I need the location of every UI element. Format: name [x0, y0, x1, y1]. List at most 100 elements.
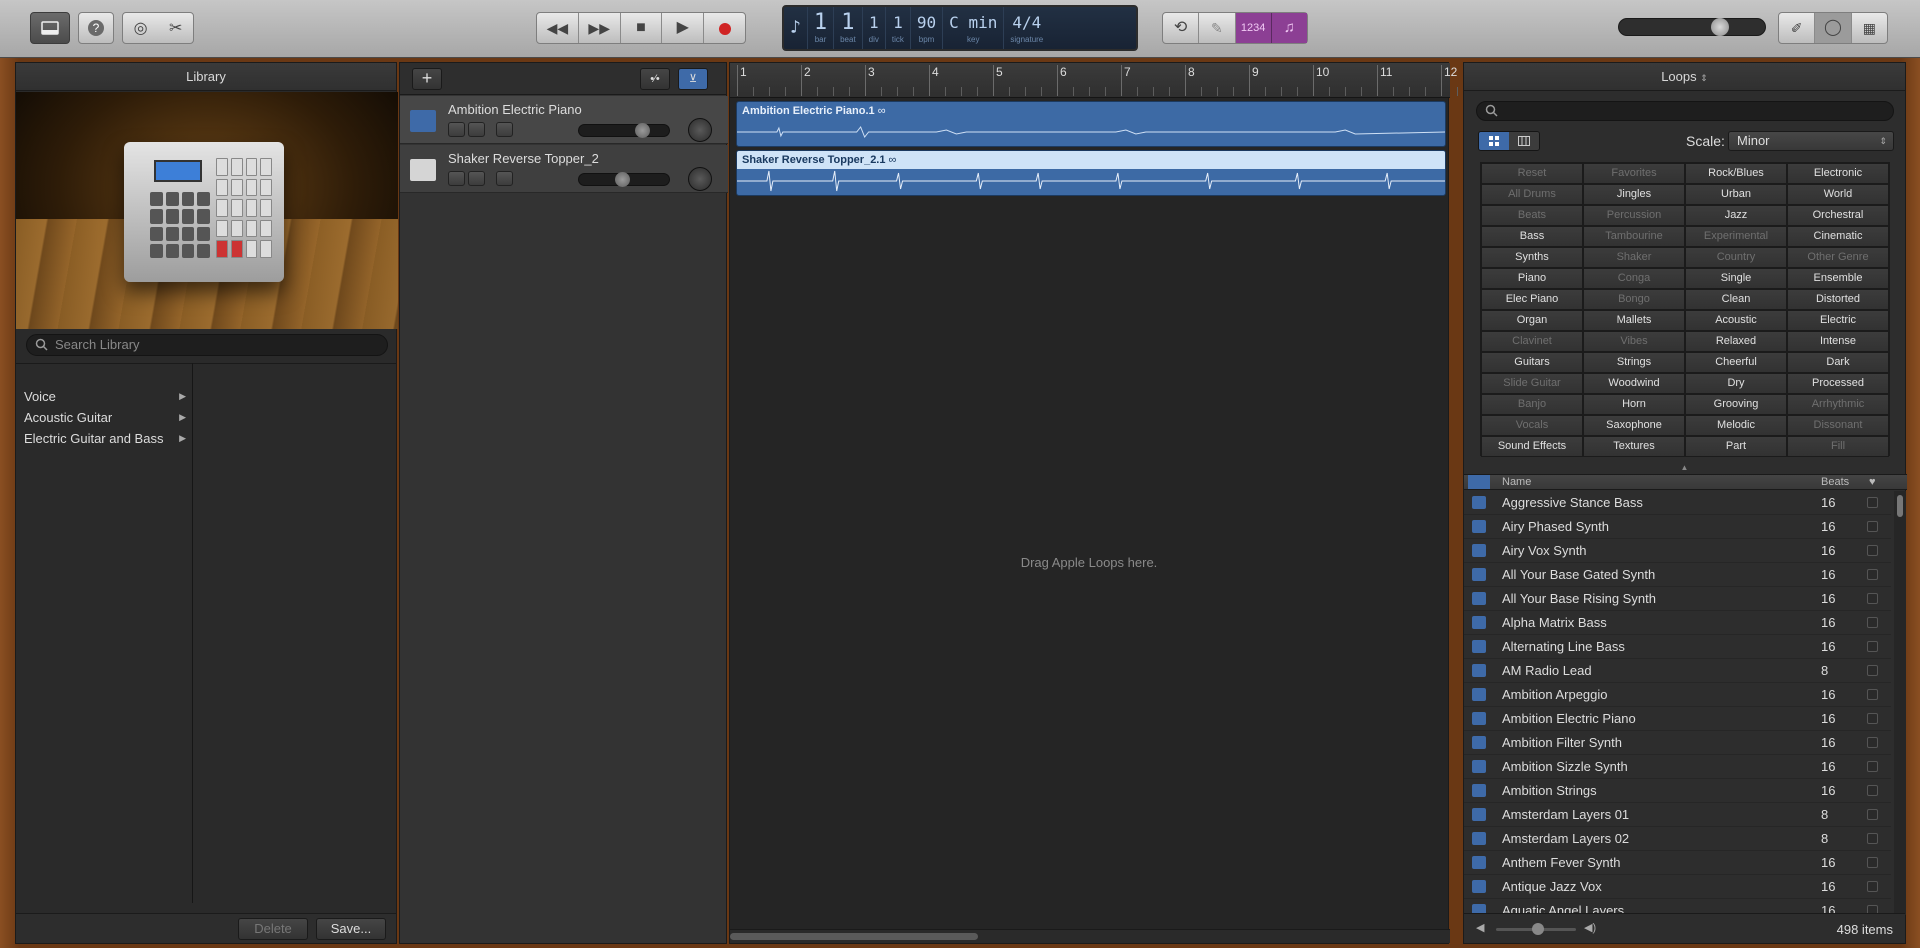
- metronome-icon[interactable]: ♫: [1271, 13, 1307, 43]
- catch-icon[interactable]: ⊻: [678, 68, 708, 90]
- favorite-checkbox[interactable]: [1867, 857, 1878, 868]
- keyword-button[interactable]: Guitars: [1481, 352, 1583, 373]
- keyword-button[interactable]: Cheerful: [1685, 352, 1787, 373]
- region-shaker-reverse-topper[interactable]: Shaker Reverse Topper_2.1 ∞: [736, 150, 1446, 196]
- headphones-icon[interactable]: [468, 122, 485, 137]
- count-in-button[interactable]: 1234: [1235, 13, 1272, 43]
- table-row[interactable]: AM Radio Lead 8: [1464, 659, 1891, 683]
- table-row[interactable]: Ambition Filter Synth 16: [1464, 731, 1891, 755]
- track-volume-knob[interactable]: [615, 172, 630, 187]
- rewind-icon[interactable]: ◀◀: [537, 13, 579, 43]
- column-view-icon[interactable]: [1509, 132, 1539, 150]
- keyword-button[interactable]: World: [1787, 184, 1889, 205]
- keyword-button[interactable]: Urban: [1685, 184, 1787, 205]
- keyword-button[interactable]: Processed: [1787, 373, 1889, 394]
- keyword-button[interactable]: Cinematic: [1787, 226, 1889, 247]
- smart-controls-icon[interactable]: ◎: [134, 18, 148, 38]
- favorite-checkbox[interactable]: [1867, 881, 1878, 892]
- help-button[interactable]: ?: [78, 12, 114, 44]
- favorite-checkbox[interactable]: [1867, 665, 1878, 676]
- keyword-button[interactable]: Ensemble: [1787, 268, 1889, 289]
- track-header-shaker-reverse-topper[interactable]: Shaker Reverse Topper_2: [400, 145, 728, 193]
- keyword-button[interactable]: Country: [1685, 247, 1787, 268]
- library-search-input[interactable]: Search Library: [26, 334, 388, 356]
- scrollbar-thumb[interactable]: [730, 933, 978, 940]
- keyword-button[interactable]: Bass: [1481, 226, 1583, 247]
- keyword-button[interactable]: Bongo: [1583, 289, 1685, 310]
- keyword-button[interactable]: Jingles: [1583, 184, 1685, 205]
- play-icon[interactable]: ▶: [662, 13, 705, 43]
- loops-search-input[interactable]: [1476, 101, 1894, 121]
- keyword-button[interactable]: Slide Guitar: [1481, 373, 1583, 394]
- keyword-button[interactable]: Woodwind: [1583, 373, 1685, 394]
- scrollbar-thumb[interactable]: [1897, 495, 1903, 517]
- keyword-button[interactable]: All Drums: [1481, 184, 1583, 205]
- keyword-button[interactable]: Electronic: [1787, 163, 1889, 184]
- name-column-header[interactable]: Name: [1502, 476, 1531, 488]
- keyword-button[interactable]: Distorted: [1787, 289, 1889, 310]
- master-volume-knob[interactable]: [1711, 18, 1729, 36]
- record-enable-icon[interactable]: [496, 122, 513, 137]
- table-row[interactable]: Amsterdam Layers 02 8: [1464, 827, 1891, 851]
- table-row[interactable]: Ambition Strings 16: [1464, 779, 1891, 803]
- scale-select[interactable]: Minor ⇕: [1728, 131, 1894, 151]
- beats-column-header[interactable]: Beats: [1821, 476, 1849, 488]
- track-volume-slider[interactable]: [578, 172, 670, 187]
- track-pan-knob[interactable]: [688, 167, 712, 191]
- favorite-checkbox[interactable]: [1867, 713, 1878, 724]
- type-column-header[interactable]: [1468, 475, 1490, 489]
- keyword-button[interactable]: Electric: [1787, 310, 1889, 331]
- tuner-icon[interactable]: ✎: [1199, 13, 1236, 43]
- keyword-button[interactable]: Clavinet: [1481, 331, 1583, 352]
- table-row[interactable]: Antique Jazz Vox 16: [1464, 875, 1891, 899]
- keyword-button[interactable]: Beats: [1481, 205, 1583, 226]
- lcd-signature[interactable]: 4/4 signature: [1004, 7, 1049, 49]
- cycle-icon[interactable]: ⟲: [1163, 13, 1200, 43]
- favorite-checkbox[interactable]: [1867, 497, 1878, 508]
- lcd-key[interactable]: C min key: [943, 7, 1005, 49]
- favorite-checkbox[interactable]: [1867, 521, 1878, 532]
- keyword-button[interactable]: Synths: [1481, 247, 1583, 268]
- track-pan-knob[interactable]: [688, 118, 712, 142]
- favorite-checkbox[interactable]: [1867, 593, 1878, 604]
- favorite-checkbox[interactable]: [1867, 785, 1878, 796]
- table-row[interactable]: Airy Vox Synth 16: [1464, 539, 1891, 563]
- library-item-acoustic-guitar[interactable]: Acoustic Guitar ▶: [16, 407, 192, 428]
- keyword-button[interactable]: Dry: [1685, 373, 1787, 394]
- favorite-checkbox[interactable]: [1867, 641, 1878, 652]
- keyword-button[interactable]: Mallets: [1583, 310, 1685, 331]
- table-row[interactable]: Ambition Electric Piano 16: [1464, 707, 1891, 731]
- table-row[interactable]: Anthem Fever Synth 16: [1464, 851, 1891, 875]
- keyword-button[interactable]: Piano: [1481, 268, 1583, 289]
- region-ambition-electric-piano[interactable]: Ambition Electric Piano.1 ∞: [736, 101, 1446, 147]
- keyword-button[interactable]: Melodic: [1685, 415, 1787, 436]
- table-row[interactable]: Alpha Matrix Bass 16: [1464, 611, 1891, 635]
- keyword-button[interactable]: Vibes: [1583, 331, 1685, 352]
- keyword-button[interactable]: Arrhythmic: [1787, 394, 1889, 415]
- library-item-voice[interactable]: Voice ▶: [16, 386, 192, 407]
- save-button[interactable]: Save...: [316, 918, 386, 940]
- editors-icon[interactable]: ✂: [169, 18, 182, 38]
- library-item-electric-guitar-bass[interactable]: Electric Guitar and Bass ▶: [16, 428, 192, 449]
- keyword-button[interactable]: Horn: [1583, 394, 1685, 415]
- ruler[interactable]: 1 2 3 4 5 6 7 8 9 10 11 12: [730, 63, 1490, 98]
- keyword-button[interactable]: Grooving: [1685, 394, 1787, 415]
- keyword-button[interactable]: Banjo: [1481, 394, 1583, 415]
- table-row[interactable]: Amsterdam Layers 01 8: [1464, 803, 1891, 827]
- mute-icon[interactable]: [448, 171, 465, 186]
- keyword-button[interactable]: Textures: [1583, 436, 1685, 457]
- keyword-button[interactable]: Fill: [1787, 436, 1889, 457]
- preview-volume-knob[interactable]: [1532, 923, 1544, 935]
- loop-browser-icon[interactable]: ◯: [1815, 13, 1852, 43]
- keyword-button[interactable]: Intense: [1787, 331, 1889, 352]
- favorite-checkbox[interactable]: [1867, 809, 1878, 820]
- track-header-ambition-electric-piano[interactable]: Ambition Electric Piano: [400, 96, 728, 144]
- keyword-button[interactable]: Organ: [1481, 310, 1583, 331]
- keyword-button[interactable]: Clean: [1685, 289, 1787, 310]
- stop-icon[interactable]: ■: [621, 13, 663, 43]
- vertical-scrollbar[interactable]: [1894, 491, 1906, 915]
- keyword-button[interactable]: Reset: [1481, 163, 1583, 184]
- preview-volume-slider[interactable]: [1496, 923, 1576, 935]
- lcd-display[interactable]: ♪ 1 bar 1 beat 1 div 1 tick 90 bpm C min key 4…: [782, 5, 1138, 51]
- favorite-checkbox[interactable]: [1867, 569, 1878, 580]
